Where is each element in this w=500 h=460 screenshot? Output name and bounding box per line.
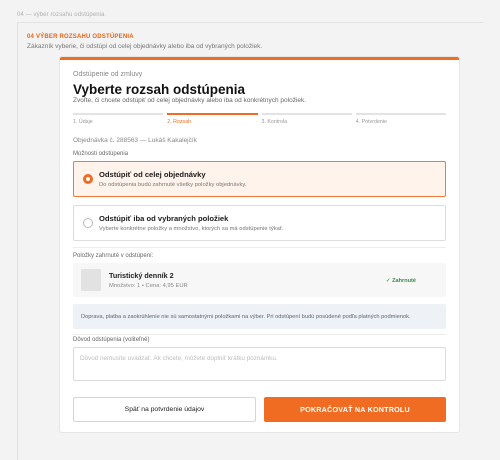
left-guide-line	[17, 23, 18, 460]
section-tag: 04 VÝBER ROZSAHU ODSTÚPENIA	[27, 34, 134, 40]
step-kontrola: 3. Kontrola	[261, 113, 352, 127]
option-title: Odstúpiť iba od vybraných položiek	[99, 214, 229, 223]
option-whole-order[interactable]: Odstúpiť od celej objednávky Do odstúpen…	[73, 161, 446, 197]
option-title: Odstúpiť od celej objednávky	[99, 170, 206, 179]
step-udaje: 1. Údaje	[73, 113, 164, 127]
divider	[73, 247, 446, 248]
included-badge: ✓ Zahrnuté	[385, 278, 416, 284]
continue-button[interactable]: POKRAČOVAŤ NA KONTROLU	[264, 397, 446, 422]
page-title: Vyberte rozsah odstúpenia	[73, 82, 246, 97]
radio-selected-icon[interactable]	[83, 174, 93, 184]
top-divider	[17, 22, 483, 23]
withdrawal-card: Odstúpenie od zmluvy Vyberte rozsah odst…	[60, 57, 459, 432]
reason-textarea[interactable]	[73, 347, 446, 381]
info-notice: Doprava, platba a zaokrúhlenie nie sú sa…	[73, 304, 446, 329]
page-caption: 04 — výber rozsahu odstúpenia	[17, 12, 105, 18]
option-description: Do odstúpenia budú zahrnuté všetky polož…	[99, 182, 247, 188]
item-meta: Množstvo: 1 • Cena: 4,95 EUR	[109, 283, 188, 289]
product-thumbnail	[81, 269, 101, 291]
option-description: Vyberte konkrétne položky a množstvo, kt…	[99, 226, 284, 232]
section-description: Zákazník vyberie, či odstúpi od celej ob…	[27, 43, 263, 50]
progress-steps: 1. Údaje 2. Rozsah 3. Kontrola 4. Potvrd…	[73, 113, 446, 127]
step-potvrdenie: 4. Potvrdenie	[355, 113, 446, 127]
option-selected-items[interactable]: Odstúpiť iba od vybraných položiek Vyber…	[73, 205, 446, 241]
page-subtitle: Zvoľte, či chcete odstúpiť od celej obje…	[73, 97, 307, 104]
step-rozsah: 2. Rozsah	[167, 113, 258, 127]
list-item: Turistický denník 2 Množstvo: 1 • Cena: …	[73, 263, 446, 297]
order-info: Objednávka č. 288563 — Lukáš Kakalejčík	[73, 137, 197, 144]
card-eyebrow: Odstúpenie od zmluvy	[73, 71, 143, 78]
radio-empty-icon[interactable]	[83, 218, 93, 228]
divider	[73, 334, 446, 335]
reason-label: Dôvod odstúpenia (voliteľné)	[73, 337, 150, 343]
item-name: Turistický denník 2	[109, 271, 174, 280]
options-label: Možnosti odstúpenia	[73, 151, 129, 157]
back-button[interactable]: Späť na potvrdenie údajov	[73, 397, 256, 422]
items-label: Položky zahrnuté v odstúpení:	[73, 253, 154, 259]
